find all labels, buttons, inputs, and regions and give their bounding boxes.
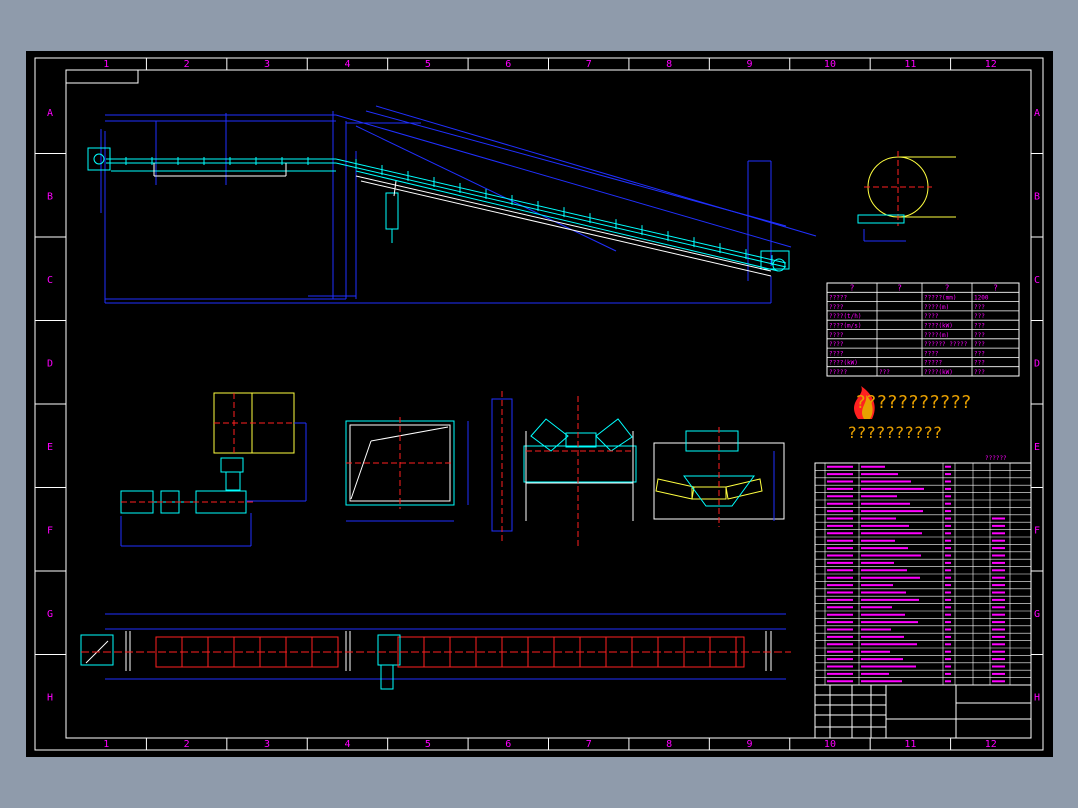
parameter-table: ????????? ?????(mm) 1200???? ????(m)???????… bbox=[826, 282, 1020, 377]
param-cell: ???? bbox=[829, 350, 844, 357]
column-label-1: 1 bbox=[103, 739, 109, 750]
row-label-B: B bbox=[47, 191, 53, 202]
column-label-3: 3 bbox=[264, 739, 270, 750]
row-label-E: E bbox=[47, 442, 53, 453]
param-cell: ?????(mm) bbox=[924, 295, 957, 302]
parts-list-table: ?????? bbox=[814, 455, 1032, 686]
param-cell: ???? bbox=[924, 350, 939, 357]
column-label-10: 10 bbox=[824, 59, 836, 70]
column-label-3: 3 bbox=[264, 59, 270, 70]
row-label-D: D bbox=[1034, 358, 1040, 369]
param-header-cell: ? bbox=[897, 283, 902, 292]
conveyor-elevation-view bbox=[87, 105, 817, 304]
param-cell: ????(kW) bbox=[829, 360, 858, 367]
column-label-10: 10 bbox=[824, 739, 836, 750]
row-label-A: A bbox=[47, 108, 53, 119]
row-label-B: B bbox=[1034, 191, 1040, 202]
parts-list-heading: ?????? bbox=[985, 455, 1007, 462]
column-label-2: 2 bbox=[184, 739, 190, 750]
param-header-cell: ? bbox=[993, 283, 998, 292]
drawing-sheet: 1 2 3 4 5 6 7 8 9 10 11 12 1 2 3 4 5 6 7 8 9 10 11 12 ABCDEFGH… bbox=[26, 51, 1053, 757]
column-label-12: 12 bbox=[985, 739, 997, 750]
row-labels-left: A B C D E F G H bbox=[35, 108, 66, 703]
column-label-11: 11 bbox=[904, 739, 916, 750]
idler-frame-view bbox=[491, 391, 637, 546]
row-label-E: E bbox=[1034, 442, 1040, 453]
return-idler-section bbox=[653, 427, 785, 527]
param-cell: ????? bbox=[924, 360, 942, 367]
param-cell: ???? bbox=[829, 304, 844, 311]
param-cell: ??? bbox=[974, 323, 985, 330]
param-cell: ?????? ????? bbox=[924, 341, 968, 348]
param-header-cell: ? bbox=[850, 283, 855, 292]
column-label-9: 9 bbox=[747, 739, 753, 750]
pulley-detail-view bbox=[857, 151, 956, 242]
logo-line-1: ??????????? bbox=[856, 392, 973, 413]
param-cell: ????? bbox=[829, 369, 847, 376]
param-cell: ????(kW) bbox=[924, 369, 953, 376]
param-cell: ??? bbox=[879, 369, 890, 376]
param-cell: ??? bbox=[974, 350, 985, 357]
logo-line-2: ?????????? bbox=[848, 423, 943, 442]
param-cell: ??? bbox=[974, 313, 985, 320]
column-label-12: 12 bbox=[985, 59, 997, 70]
column-label-9: 9 bbox=[747, 59, 753, 70]
param-cell: ???? bbox=[829, 332, 844, 339]
row-label-F: F bbox=[1034, 525, 1040, 536]
param-header-cell: ? bbox=[945, 283, 950, 292]
column-label-6: 6 bbox=[505, 739, 511, 750]
drive-plan-view bbox=[120, 392, 307, 547]
column-label-5: 5 bbox=[425, 59, 431, 70]
cad-viewer-canvas[interactable]: 1 2 3 4 5 6 7 8 9 10 11 12 1 2 3 4 5 6 7 8 9 10 11 12 ABCDEFGH… bbox=[0, 0, 1078, 808]
row-label-A: A bbox=[1034, 108, 1040, 119]
param-cell: 1200 bbox=[974, 295, 989, 302]
row-label-G: G bbox=[47, 609, 53, 620]
param-cell: ????(m/s) bbox=[829, 323, 862, 330]
param-cell: ????? bbox=[829, 295, 847, 302]
title-corner-box bbox=[65, 69, 139, 84]
column-label-5: 5 bbox=[425, 739, 431, 750]
param-cell: ????(kW) bbox=[924, 323, 953, 330]
param-cell: ????(t/h) bbox=[829, 313, 862, 320]
param-cell: ???? bbox=[829, 341, 844, 348]
column-label-8: 8 bbox=[666, 59, 672, 70]
column-label-1: 1 bbox=[103, 59, 109, 70]
row-label-C: C bbox=[1034, 275, 1040, 286]
column-label-4: 4 bbox=[344, 59, 350, 70]
column-label-2: 2 bbox=[184, 59, 190, 70]
param-cell: ??? bbox=[974, 332, 985, 339]
param-cell: ????(m) bbox=[924, 332, 949, 339]
column-labels-bottom: 1 2 3 4 5 6 7 8 9 10 11 12 bbox=[103, 738, 997, 750]
column-label-7: 7 bbox=[586, 59, 592, 70]
row-label-D: D bbox=[47, 358, 53, 369]
row-labels-right: A B C D E F G H bbox=[1031, 108, 1043, 703]
param-cell: ??? bbox=[974, 369, 985, 376]
param-cell: ??? bbox=[974, 341, 985, 348]
row-label-C: C bbox=[47, 275, 53, 286]
row-label-H: H bbox=[1034, 692, 1040, 703]
chute-section-view bbox=[345, 417, 469, 522]
column-label-7: 7 bbox=[586, 739, 592, 750]
param-cell: ???? bbox=[924, 313, 939, 320]
column-label-4: 4 bbox=[344, 739, 350, 750]
param-cell: ????(m) bbox=[924, 304, 949, 311]
column-label-11: 11 bbox=[904, 59, 916, 70]
row-label-F: F bbox=[47, 525, 53, 536]
row-label-H: H bbox=[47, 692, 53, 703]
column-label-6: 6 bbox=[505, 59, 511, 70]
column-label-8: 8 bbox=[666, 739, 672, 750]
row-label-G: G bbox=[1034, 609, 1040, 620]
title-block bbox=[814, 684, 1032, 739]
column-labels-top: 1 2 3 4 5 6 7 8 9 10 11 12 bbox=[103, 58, 997, 70]
param-cell: ??? bbox=[974, 304, 985, 311]
param-cell: ??? bbox=[974, 360, 985, 367]
